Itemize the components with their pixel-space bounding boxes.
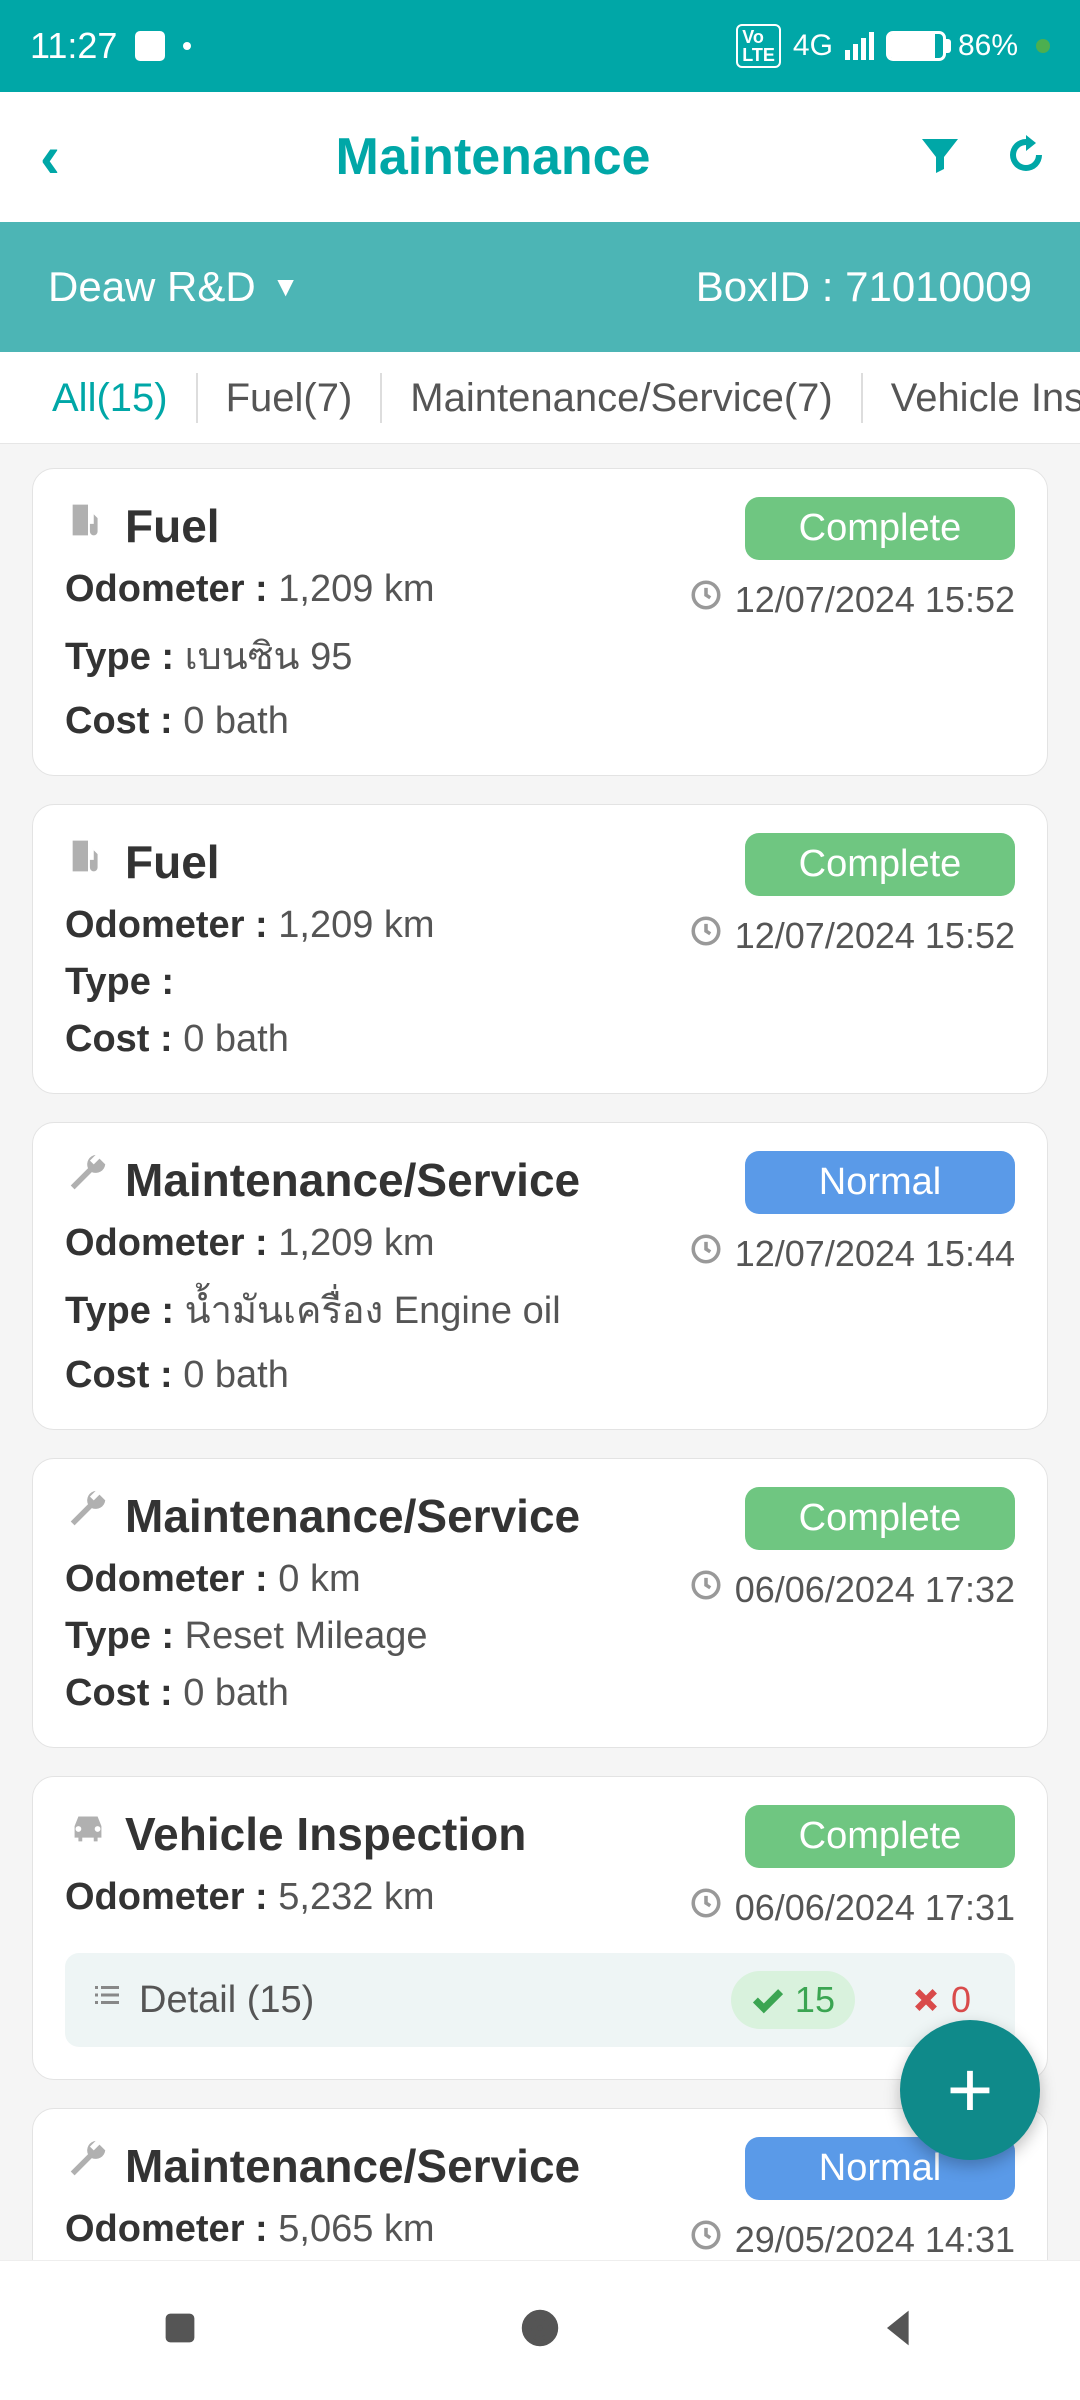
- refresh-button[interactable]: [1002, 131, 1050, 184]
- card-list: Fuel Odometer : 1,209 kmType : เบนซิน 95…: [0, 444, 1080, 2260]
- chevron-down-icon: ▼: [272, 271, 300, 303]
- card-1[interactable]: Fuel Odometer : 1,209 kmType : Cost : 0 …: [32, 804, 1048, 1094]
- card-3[interactable]: Maintenance/Service Odometer : 0 kmType …: [32, 1458, 1048, 1748]
- app-header: ‹ Maintenance: [0, 92, 1080, 222]
- wrench-icon: [65, 2137, 111, 2194]
- card-2[interactable]: Maintenance/Service Odometer : 1,209 kmT…: [32, 1122, 1048, 1430]
- car-icon: [65, 1805, 111, 1862]
- status-badge: Complete: [745, 1805, 1015, 1868]
- card-timestamp: 06/06/2024 17:32: [689, 1568, 1015, 1611]
- page-title: Maintenance: [70, 127, 916, 187]
- status-dot: [183, 42, 191, 50]
- card-timestamp: 29/05/2024 14:31: [689, 2218, 1015, 2260]
- wrench-icon: [65, 1487, 111, 1544]
- status-badge: Complete: [745, 833, 1015, 896]
- status-green-dot: [1036, 39, 1050, 53]
- boxid-value: 71010009: [845, 263, 1032, 310]
- nav-recents[interactable]: [157, 2305, 203, 2356]
- tab-2[interactable]: Maintenance/Service(7): [382, 373, 862, 423]
- filter-button[interactable]: [916, 131, 964, 184]
- card-title: Fuel: [125, 499, 220, 553]
- back-button[interactable]: ‹: [30, 127, 70, 187]
- wrench-icon: [65, 1151, 111, 1208]
- card-5[interactable]: Maintenance/Service Odometer : 5,065 km …: [32, 2108, 1048, 2260]
- clock-icon: [689, 578, 723, 621]
- battery-icon: [886, 31, 946, 61]
- tab-3[interactable]: Vehicle Inspection(: [863, 373, 1080, 423]
- card-title: Maintenance/Service: [125, 1153, 580, 1207]
- org-bar: Deaw R&D ▼ BoxID : 71010009: [0, 222, 1080, 352]
- card-title: Maintenance/Service: [125, 1489, 580, 1543]
- clock-icon: [689, 1568, 723, 1611]
- status-badge: Complete: [745, 497, 1015, 560]
- card-timestamp: 06/06/2024 17:31: [689, 1886, 1015, 1929]
- card-4[interactable]: Vehicle Inspection Odometer : 5,232 km C…: [32, 1776, 1048, 2080]
- pass-count: 15: [731, 1971, 855, 2029]
- volte-icon: VoLTE: [736, 24, 781, 68]
- tab-1[interactable]: Fuel(7): [198, 373, 383, 423]
- card-0[interactable]: Fuel Odometer : 1,209 kmType : เบนซิน 95…: [32, 468, 1048, 776]
- card-title: Maintenance/Service: [125, 2139, 580, 2193]
- fuel-icon: [65, 497, 111, 554]
- status-bar: 11:27 VoLTE 4G 86%: [0, 0, 1080, 92]
- battery-percent: 86%: [958, 29, 1018, 63]
- detail-bar[interactable]: Detail (15) 15 0: [65, 1953, 1015, 2047]
- add-button[interactable]: +: [900, 2020, 1040, 2160]
- network-type: 4G: [793, 29, 833, 63]
- refresh-icon: [1002, 131, 1050, 179]
- nav-back[interactable]: [877, 2305, 923, 2356]
- nav-home[interactable]: [517, 2305, 563, 2356]
- funnel-icon: [916, 131, 964, 179]
- card-timestamp: 12/07/2024 15:52: [689, 578, 1015, 621]
- signal-icon: [845, 32, 874, 60]
- list-icon: [89, 1977, 125, 2023]
- card-timestamp: 12/07/2024 15:44: [689, 1232, 1015, 1275]
- clock-icon: [689, 1886, 723, 1929]
- status-badge: Complete: [745, 1487, 1015, 1550]
- card-title: Fuel: [125, 835, 220, 889]
- boxid-label: BoxID :: [696, 263, 834, 310]
- org-selector[interactable]: Deaw R&D ▼: [48, 263, 299, 311]
- clock-icon: [689, 2218, 723, 2260]
- clock-icon: [689, 1232, 723, 1275]
- card-timestamp: 12/07/2024 15:52: [689, 914, 1015, 957]
- org-name: Deaw R&D: [48, 263, 256, 311]
- status-app-indicator: [135, 31, 165, 61]
- card-title: Vehicle Inspection: [125, 1807, 526, 1861]
- tabs: All(15)Fuel(7)Maintenance/Service(7)Vehi…: [0, 352, 1080, 444]
- tab-0[interactable]: All(15): [24, 373, 198, 423]
- clock-icon: [689, 914, 723, 957]
- status-time: 11:27: [30, 25, 117, 67]
- status-badge: Normal: [745, 1151, 1015, 1214]
- fuel-icon: [65, 833, 111, 890]
- system-nav-bar: [0, 2260, 1080, 2400]
